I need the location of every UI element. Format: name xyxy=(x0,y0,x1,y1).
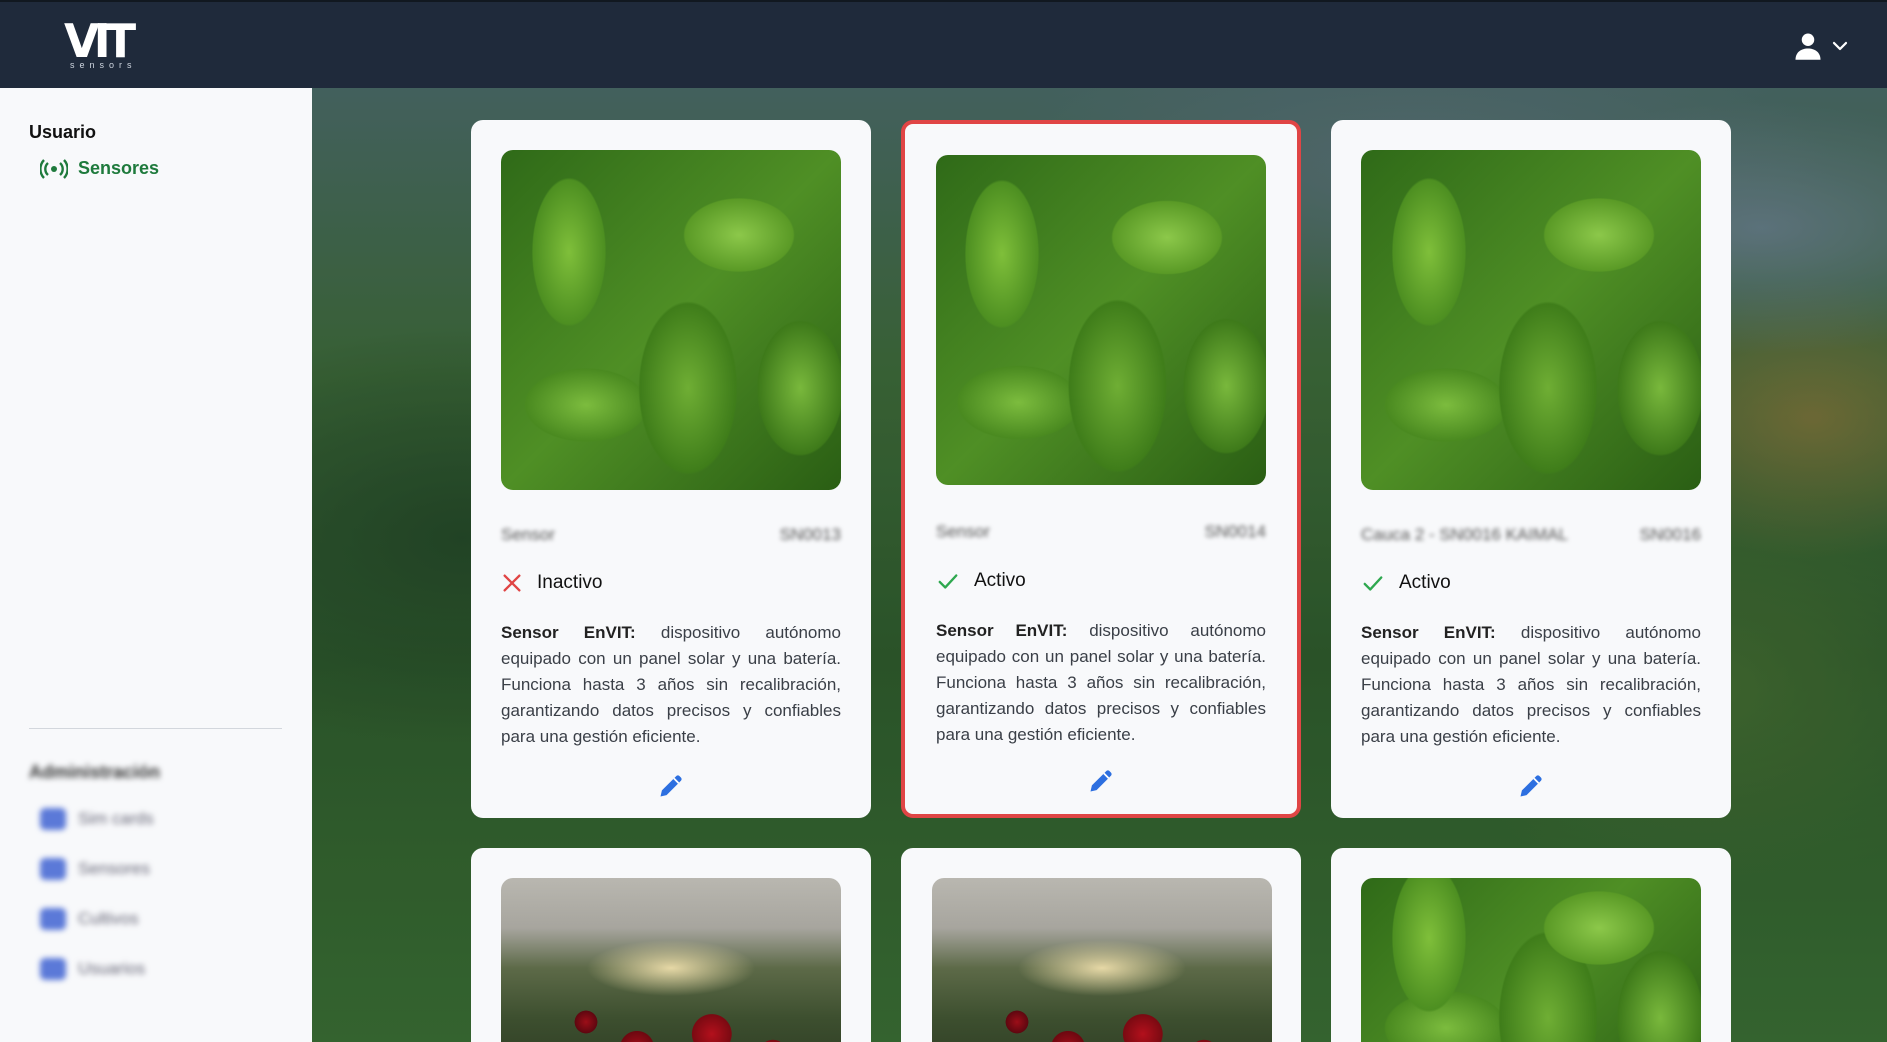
sidebar-item-label: Usuarios xyxy=(78,959,146,978)
status-text: Inactivo xyxy=(537,572,603,593)
admin-section-title: Administración xyxy=(29,762,161,782)
sidebar-divider xyxy=(29,728,282,729)
sidebar-item-cultivos[interactable]: Cultivos xyxy=(40,908,138,930)
sensor-image xyxy=(936,155,1266,485)
edit-button[interactable] xyxy=(1517,772,1545,800)
edit-button[interactable] xyxy=(657,772,685,800)
sidebar: Usuario Sensores Administración Sim card… xyxy=(0,88,312,1042)
sensor-meta: Sensor SN0013 xyxy=(501,525,841,545)
chevron-down-icon xyxy=(1832,41,1848,51)
top-header: VIT sensors xyxy=(0,0,1887,88)
edit-button[interactable] xyxy=(1087,767,1115,795)
broadcast-icon xyxy=(40,858,66,880)
sidebar-item-label: Sim cards xyxy=(78,809,154,828)
sensor-serial: SN0016 xyxy=(1639,525,1701,544)
sensor-serial: SN0013 xyxy=(779,525,841,544)
description-title: Sensor EnVIT: xyxy=(501,623,636,642)
sidebar-item-usuarios[interactable]: Usuarios xyxy=(40,958,145,980)
sensor-image xyxy=(1361,878,1701,1042)
sensor-description: Sensor EnVIT: dispositivo autónomo equip… xyxy=(501,620,841,750)
sensor-meta: Cauca 2 - SN0016 KAIMAL SN0016 xyxy=(1361,525,1701,545)
sensor-name: Sensor xyxy=(936,522,990,541)
x-icon xyxy=(503,574,521,592)
sidebar-item-sensores[interactable]: Sensores xyxy=(40,158,159,179)
sensor-description: Sensor EnVIT: dispositivo autónomo equip… xyxy=(936,618,1266,748)
logo-subtext: sensors xyxy=(70,60,137,70)
status-badge: Activo xyxy=(1361,572,1451,594)
status-text: Activo xyxy=(974,570,1026,591)
pencil-icon xyxy=(660,775,682,797)
vit-logo[interactable]: VIT sensors xyxy=(64,18,144,72)
sensor-image xyxy=(501,878,841,1042)
sidebar-item-label: Cultivos xyxy=(78,909,139,928)
broadcast-icon xyxy=(40,158,68,179)
sensor-card[interactable] xyxy=(1331,848,1731,1042)
sidebar-item-admin-sensores[interactable]: Sensores xyxy=(40,858,150,880)
sensor-image xyxy=(1361,150,1701,490)
description-title: Sensor EnVIT: xyxy=(1361,623,1496,642)
sensor-name: Sensor xyxy=(501,525,555,544)
status-text: Activo xyxy=(1399,572,1451,593)
sim-card-icon xyxy=(40,808,66,830)
sensor-image xyxy=(501,150,841,490)
sidebar-item-label: Sensores xyxy=(78,859,150,878)
user-icon xyxy=(40,958,66,980)
pencil-icon xyxy=(1520,775,1542,797)
sensor-serial: SN0014 xyxy=(1204,522,1266,541)
pencil-icon xyxy=(1090,770,1112,792)
check-icon xyxy=(1363,576,1383,591)
sensor-description: Sensor EnVIT: dispositivo autónomo equip… xyxy=(1361,620,1701,750)
sensor-image xyxy=(932,878,1272,1042)
user-menu-button[interactable] xyxy=(1793,28,1857,64)
sensor-card[interactable]: Cauca 2 - SN0016 KAIMAL SN0016 Activo Se… xyxy=(1331,120,1731,818)
sidebar-section-title: Usuario xyxy=(29,122,97,142)
user-icon xyxy=(1795,33,1821,60)
sensor-card-selected[interactable]: Sensor SN0014 Activo Sensor EnVIT: dispo… xyxy=(901,120,1301,818)
logo-mark: VIT xyxy=(64,14,136,68)
leaf-icon xyxy=(40,908,66,930)
sidebar-item-label: Sensores xyxy=(78,158,160,178)
status-badge: Activo xyxy=(936,570,1026,592)
sensor-card[interactable] xyxy=(471,848,871,1042)
sensor-card[interactable]: Sensor SN0013 Inactivo Sensor EnVIT: dis… xyxy=(471,120,871,818)
check-icon xyxy=(938,574,958,589)
sidebar-item-sim-cards[interactable]: Sim cards xyxy=(40,808,154,830)
sensor-card[interactable] xyxy=(901,848,1301,1042)
sensor-name: Cauca 2 - SN0016 KAIMAL xyxy=(1361,525,1568,544)
status-badge: Inactivo xyxy=(501,572,602,594)
description-title: Sensor EnVIT: xyxy=(936,621,1068,640)
sensor-meta: Sensor SN0014 xyxy=(936,522,1266,542)
